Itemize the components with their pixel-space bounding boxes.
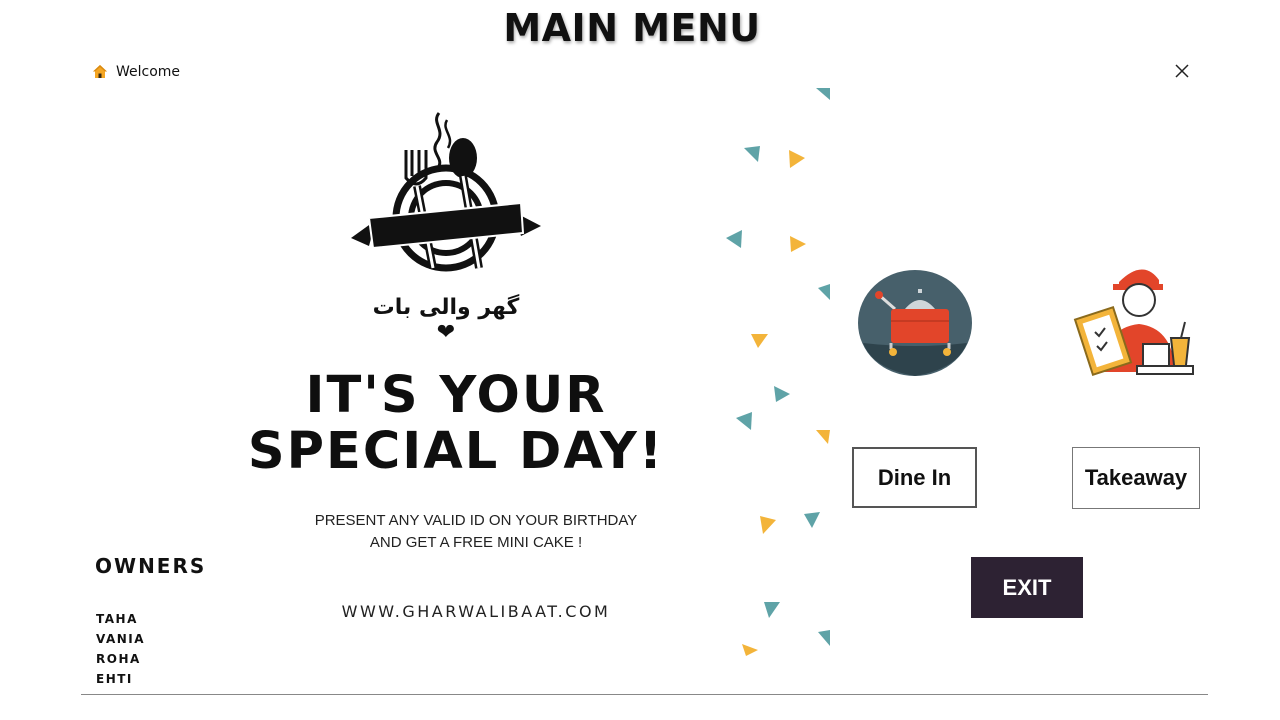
dine-in-button[interactable]: Dine In bbox=[852, 447, 977, 508]
subtext-line-2: AND GET A FREE MINI CAKE ! bbox=[369, 534, 583, 551]
restaurant-name: گھر والی بات ❤ bbox=[372, 295, 520, 345]
confetti-decoration bbox=[726, 88, 830, 656]
welcome-window: Welcome گھر والی بات ❤ IT'S YOUR SPECIAL… bbox=[81, 56, 1208, 695]
promo-subtext: PRESENT ANY VALID ID ON YOUR BIRTHDAY AN… bbox=[281, 510, 671, 554]
owner-name: EHTI bbox=[96, 672, 133, 686]
headline-line-1: IT'S YOUR bbox=[305, 366, 607, 425]
owner-name: VANIA bbox=[96, 632, 146, 646]
owner-name: TAHA bbox=[96, 612, 138, 626]
close-icon bbox=[1175, 64, 1189, 78]
takeaway-button[interactable]: Takeaway bbox=[1072, 447, 1200, 509]
home-icon bbox=[93, 65, 107, 78]
window-title: Welcome bbox=[116, 64, 181, 80]
promo-headline: IT'S YOUR SPECIAL DAY! bbox=[221, 368, 691, 480]
promo-poster: گھر والی بات ❤ IT'S YOUR SPECIAL DAY! PR… bbox=[81, 88, 831, 694]
takeaway-icon bbox=[1073, 269, 1194, 377]
owners-list: TAHA VANIA ROHA EHTI bbox=[96, 612, 145, 692]
exit-button[interactable]: EXIT bbox=[971, 557, 1083, 618]
owners-heading: OWNERS bbox=[95, 554, 207, 578]
close-button[interactable] bbox=[1166, 58, 1198, 86]
subtext-line-1: PRESENT ANY VALID ID ON YOUR BIRTHDAY bbox=[314, 512, 638, 529]
title-bar: Welcome bbox=[81, 56, 1208, 88]
headline-line-2: SPECIAL DAY! bbox=[247, 422, 665, 481]
page-title: MAIN MENU bbox=[503, 6, 761, 50]
restaurant-logo-icon bbox=[351, 112, 541, 272]
website-url: WWW.GHARWALIBAAT.COM bbox=[341, 602, 611, 621]
dine-in-icon bbox=[858, 270, 972, 376]
owner-name: ROHA bbox=[96, 652, 141, 666]
